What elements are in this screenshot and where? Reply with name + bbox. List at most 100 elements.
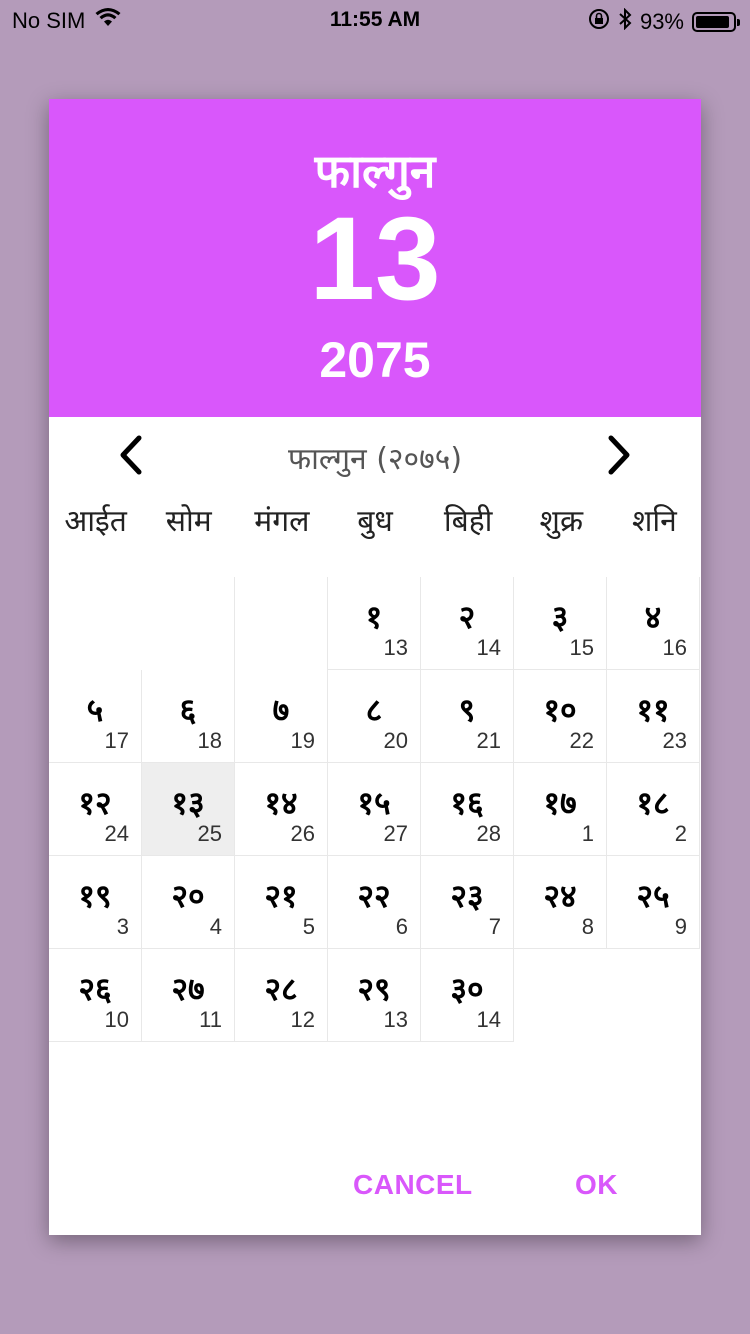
calendar-day[interactable]: २२ 6 xyxy=(328,856,421,949)
nepali-day-number: ६ xyxy=(179,691,197,729)
nepali-day-number: ८ xyxy=(365,691,383,729)
nepali-day-number: १८ xyxy=(636,784,670,822)
calendar-day[interactable]: २० 4 xyxy=(142,856,235,949)
nepali-day-number: १० xyxy=(543,691,577,729)
month-navigation: फाल्गुन (२०७५) xyxy=(49,417,701,497)
calendar-day[interactable]: २ 14 xyxy=(421,577,514,670)
nepali-day-number: २४ xyxy=(543,877,577,915)
gregorian-day-number: 13 xyxy=(383,635,408,660)
date-picker-dialog: फाल्गुन 13 2075 फाल्गुन (२०७५) आईत सोम म… xyxy=(49,99,701,1235)
status-right: 93% xyxy=(588,7,740,36)
battery-percent: 93% xyxy=(639,9,684,34)
header-year[interactable]: 2075 xyxy=(49,331,701,389)
nepali-day-number: २६ xyxy=(78,970,112,1008)
nepali-day-number: १७ xyxy=(543,784,577,822)
calendar-day[interactable]: १६ 28 xyxy=(421,763,514,856)
calendar-day[interactable]: १४ 26 xyxy=(235,763,328,856)
weekday-thu: बिही xyxy=(443,504,493,539)
rotation-lock-icon xyxy=(588,8,610,36)
gregorian-day-number: 12 xyxy=(290,1007,315,1032)
calendar-day[interactable]: १९ 3 xyxy=(49,856,142,949)
gregorian-day-number: 5 xyxy=(302,914,315,939)
gregorian-day-number: 8 xyxy=(581,914,594,939)
calendar-empty-cell xyxy=(142,577,235,670)
gregorian-day-number: 7 xyxy=(488,914,501,939)
status-bar: No SIM 11:55 AM 93% xyxy=(0,0,750,40)
chevron-right-icon xyxy=(606,435,632,480)
gregorian-day-number: 4 xyxy=(209,914,222,939)
calendar-day[interactable]: २५ 9 xyxy=(607,856,700,949)
calendar-day[interactable]: २४ 8 xyxy=(514,856,607,949)
calendar-week-row: १ 13 २ 14 ३ 15 ४ 16 xyxy=(49,577,701,670)
calendar-day[interactable]: ५ 17 xyxy=(49,670,142,763)
calendar-day[interactable]: २१ 5 xyxy=(235,856,328,949)
calendar-day[interactable]: १७ 1 xyxy=(514,763,607,856)
nepali-day-number: १ xyxy=(365,598,383,636)
weekday-sat: शनि xyxy=(632,504,677,539)
nepali-day-number: १३ xyxy=(171,784,205,822)
calendar-day[interactable]: १ 13 xyxy=(328,577,421,670)
bluetooth-icon xyxy=(618,7,632,36)
gregorian-day-number: 20 xyxy=(383,728,408,753)
gregorian-day-number: 24 xyxy=(104,821,129,846)
nepali-day-number: १९ xyxy=(78,877,112,915)
calendar-day[interactable]: ३० 14 xyxy=(421,949,514,1042)
nepali-day-number: २९ xyxy=(357,970,391,1008)
calendar-empty-cell xyxy=(235,577,328,670)
gregorian-day-number: 10 xyxy=(104,1007,129,1032)
weekday-fri: शुक्र xyxy=(539,504,583,539)
header-day: 13 xyxy=(309,193,441,325)
calendar-day[interactable]: २८ 12 xyxy=(235,949,328,1042)
gregorian-day-number: 1 xyxy=(581,821,594,846)
cancel-button[interactable]: CANCEL xyxy=(353,1169,473,1201)
gregorian-day-number: 11 xyxy=(199,1007,222,1032)
gregorian-day-number: 9 xyxy=(674,914,687,939)
nepali-day-number: २७ xyxy=(171,970,205,1008)
calendar-day[interactable]: २७ 11 xyxy=(142,949,235,1042)
battery-icon xyxy=(692,12,740,32)
gregorian-day-number: 23 xyxy=(662,728,687,753)
calendar-day[interactable]: २३ 7 xyxy=(421,856,514,949)
weekday-tue: मंगल xyxy=(254,504,310,539)
calendar-empty-cell xyxy=(514,949,607,1042)
gregorian-day-number: 25 xyxy=(197,821,222,846)
calendar-day[interactable]: ६ 18 xyxy=(142,670,235,763)
calendar-day[interactable]: १० 22 xyxy=(514,670,607,763)
nepali-day-number: २८ xyxy=(264,970,298,1008)
nepali-day-number: २ xyxy=(458,598,476,636)
gregorian-day-number: 27 xyxy=(383,821,408,846)
ok-button[interactable]: OK xyxy=(575,1169,618,1201)
calendar-day-selected[interactable]: १३ 25 xyxy=(142,763,235,856)
gregorian-day-number: 14 xyxy=(476,1007,501,1032)
calendar-day[interactable]: ३ 15 xyxy=(514,577,607,670)
calendar-day[interactable]: ८ 20 xyxy=(328,670,421,763)
next-month-button[interactable] xyxy=(597,435,641,479)
calendar-day[interactable]: ११ 23 xyxy=(607,670,700,763)
nepali-day-number: ३० xyxy=(450,970,484,1008)
gregorian-day-number: 26 xyxy=(290,821,315,846)
nepali-day-number: १२ xyxy=(78,784,112,822)
calendar-day[interactable]: १२ 24 xyxy=(49,763,142,856)
nepali-day-number: २२ xyxy=(357,877,391,915)
calendar-day[interactable]: ७ 19 xyxy=(235,670,328,763)
calendar-day[interactable]: २६ 10 xyxy=(49,949,142,1042)
calendar-day[interactable]: ४ 16 xyxy=(607,577,700,670)
weekday-wed: बुध xyxy=(357,504,393,539)
nepali-day-number: १४ xyxy=(264,784,298,822)
calendar-day[interactable]: १८ 2 xyxy=(607,763,700,856)
gregorian-day-number: 3 xyxy=(116,914,129,939)
nepali-day-number: १६ xyxy=(450,784,484,822)
calendar-week-row: २६ 10 २७ 11 २८ 12 २९ 13 ३० 14 xyxy=(49,949,701,1042)
nepali-day-number: २० xyxy=(171,877,205,915)
calendar-day[interactable]: १५ 27 xyxy=(328,763,421,856)
gregorian-day-number: 16 xyxy=(662,635,687,660)
gregorian-day-number: 6 xyxy=(395,914,408,939)
weekday-mon: सोम xyxy=(165,504,212,539)
nepali-day-number: ११ xyxy=(636,691,670,729)
gregorian-day-number: 19 xyxy=(290,728,315,753)
calendar-day[interactable]: २९ 13 xyxy=(328,949,421,1042)
gregorian-day-number: 13 xyxy=(383,1007,408,1032)
nepali-day-number: ७ xyxy=(272,691,290,729)
calendar-day[interactable]: ९ 21 xyxy=(421,670,514,763)
battery-fill xyxy=(696,16,730,28)
